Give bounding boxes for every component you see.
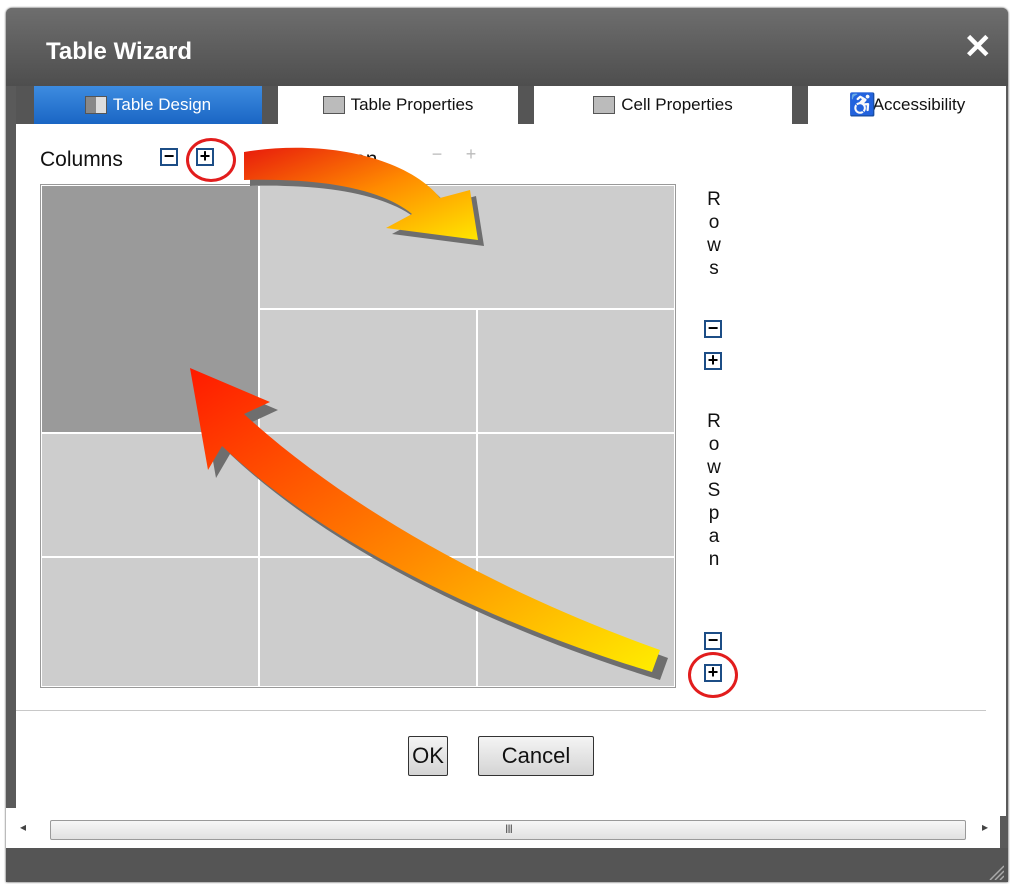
ok-button[interactable]: OK bbox=[408, 736, 448, 776]
scrollbar-thumb[interactable]: III bbox=[50, 820, 966, 840]
tab-strip: Table Design Table Properties Cell Prope… bbox=[16, 86, 1006, 124]
highlight-circle bbox=[688, 652, 738, 698]
cell-properties-icon bbox=[593, 96, 616, 114]
rowspan-label: RowSpan bbox=[707, 411, 721, 570]
table-cell[interactable] bbox=[477, 309, 675, 433]
tab-label: Cell Properties bbox=[621, 95, 733, 114]
table-properties-icon bbox=[322, 96, 345, 114]
scrollbar-grip: III bbox=[505, 822, 513, 836]
horizontal-scrollbar[interactable]: ◂ III ▸ bbox=[6, 808, 1000, 848]
tab-table-design[interactable]: Table Design bbox=[34, 86, 262, 124]
tab-label: Table Design bbox=[112, 95, 212, 114]
colspan-plus-button[interactable]: + bbox=[462, 145, 480, 166]
scroll-left-icon[interactable]: ◂ bbox=[20, 820, 26, 834]
dialog-title: Table Wizard bbox=[46, 38, 193, 65]
table-cell[interactable] bbox=[477, 557, 675, 687]
rowspan-minus-button[interactable]: − bbox=[704, 631, 722, 650]
tab-cell-properties[interactable]: Cell Properties bbox=[534, 86, 792, 124]
divider bbox=[16, 710, 986, 711]
rows-label: Rows bbox=[707, 189, 721, 279]
cancel-button[interactable]: Cancel bbox=[478, 736, 594, 776]
table-cell[interactable] bbox=[41, 557, 259, 687]
accessibility-icon: ♿ bbox=[848, 92, 877, 117]
tab-label: Table Properties bbox=[350, 95, 474, 114]
table-cell[interactable] bbox=[259, 433, 477, 557]
table-layout-grid bbox=[40, 184, 676, 688]
columns-minus-button[interactable]: − bbox=[160, 147, 178, 166]
table-cell[interactable] bbox=[259, 309, 477, 433]
tab-table-properties[interactable]: Table Properties bbox=[278, 86, 518, 124]
table-cell[interactable] bbox=[259, 185, 675, 309]
colspan-label: ColumnSpan bbox=[256, 148, 378, 171]
table-wizard-dialog: Table Wizard ✕ Table Design Table Proper… bbox=[6, 8, 1008, 882]
table-cell-selected[interactable] bbox=[41, 185, 259, 433]
table-cell[interactable] bbox=[259, 557, 477, 687]
colspan-minus-button[interactable]: − bbox=[428, 145, 446, 166]
table-cell[interactable] bbox=[477, 433, 675, 557]
table-design-icon bbox=[84, 96, 107, 114]
resize-grip-icon[interactable] bbox=[984, 860, 1004, 880]
highlight-circle bbox=[186, 138, 236, 182]
dialog-footer bbox=[6, 848, 1008, 882]
table-cell[interactable] bbox=[41, 433, 259, 557]
dialog-titlebar[interactable]: Table Wizard ✕ bbox=[6, 8, 1008, 86]
tab-accessibility[interactable]: ♿ Accessibility bbox=[808, 86, 1006, 124]
tab-label: Accessibility bbox=[872, 95, 966, 114]
rows-plus-button[interactable]: + bbox=[704, 351, 722, 370]
rows-minus-button[interactable]: − bbox=[704, 319, 722, 338]
close-icon[interactable]: ✕ bbox=[964, 30, 993, 64]
table-design-panel: Columns − + ColumnSpan − + Rows − + RowS… bbox=[16, 124, 1006, 816]
columns-label: Columns bbox=[40, 148, 123, 171]
scroll-right-icon[interactable]: ▸ bbox=[982, 820, 988, 834]
